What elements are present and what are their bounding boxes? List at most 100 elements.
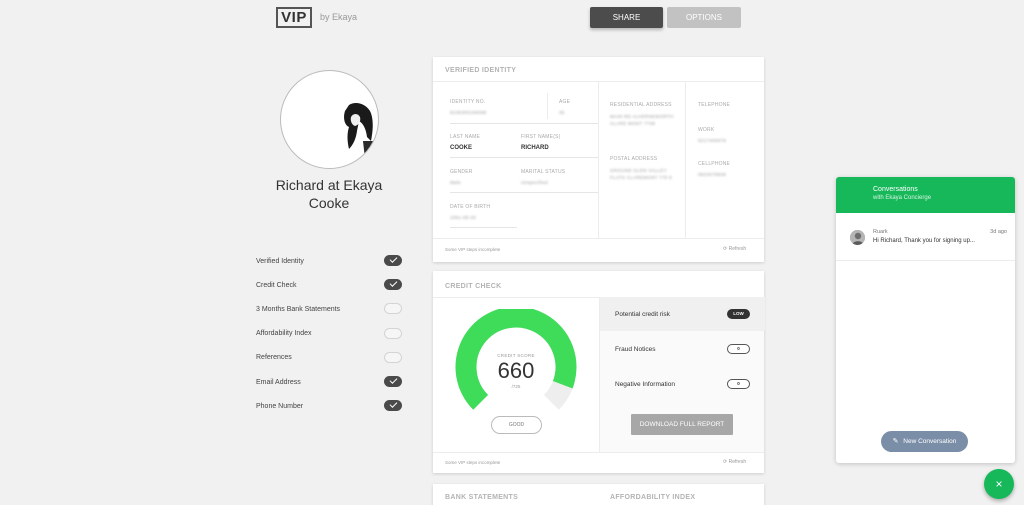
conversation-item[interactable]: Ruark 3d ago Hi Richard, Thank you for s… <box>836 221 1015 261</box>
work-phone-value: 0217405978 <box>698 138 727 143</box>
new-conversation-label: New Conversation <box>903 438 957 445</box>
refresh-link[interactable]: ⟳ Refresh <box>723 246 746 252</box>
check-toggle[interactable] <box>384 303 402 315</box>
chat-header: Conversations with Ekaya Concierge <box>836 177 1015 213</box>
divider <box>598 81 599 238</box>
postal-address-value: GROUND GLEN VALLEY FLATS CLAREMONT 770 8 <box>610 168 672 180</box>
logo-byline: by Ekaya <box>320 12 358 22</box>
divider <box>547 93 548 119</box>
telephone-label: TELEPHONE <box>698 102 731 108</box>
divider <box>433 297 599 298</box>
refresh-icon: ⟳ <box>723 246 728 252</box>
bank-affordability-card: BANK STATEMENTS AFFORDABILITY INDEX <box>433 484 764 505</box>
verification-checklist: Verified Identity Credit Check 3 Months … <box>256 249 406 418</box>
chat-subtitle: with Ekaya Concierge <box>873 195 932 201</box>
check-toggle[interactable] <box>384 375 402 387</box>
negative-info-badge: 0 <box>727 379 750 389</box>
divider <box>433 452 764 453</box>
share-button[interactable]: SHARE <box>590 7 663 28</box>
divider <box>433 238 764 239</box>
checklist-item-verified-identity[interactable]: Verified Identity <box>256 249 406 273</box>
checklist-label: References <box>256 354 292 362</box>
checklist-label: Email Address <box>256 378 301 386</box>
conversations-panel: Conversations with Ekaya Concierge Ruark… <box>836 177 1015 463</box>
identity-number-label: IDENTITY NO. <box>450 99 486 105</box>
profile-avatar <box>280 70 379 169</box>
conversation-sender: Ruark <box>873 229 888 235</box>
vip-logo[interactable]: VIP <box>276 7 312 28</box>
refresh-icon: ⟳ <box>723 459 728 465</box>
residential-address-label: RESIDENTIAL ADDRESS <box>610 102 672 108</box>
residential-address-value: MAIN RD ALVERNEWORTH CLARE MONT 7708 <box>610 114 674 126</box>
checklist-item-email-address[interactable]: Email Address <box>256 370 406 394</box>
identity-number-value: 8108305199088 <box>450 110 487 115</box>
conversation-preview: Hi Richard, Thank you for signing up... <box>873 238 975 244</box>
avatar <box>850 230 865 245</box>
checklist-label: 3 Months Bank Statements <box>256 305 341 313</box>
refresh-label: Refresh <box>728 246 747 252</box>
credit-risk-row: Potential credit risk LOW <box>600 297 765 331</box>
credit-details-panel: Potential credit risk LOW Fraud Notices … <box>599 297 765 452</box>
profile-name: Richard at Ekaya Cooke <box>275 177 383 211</box>
refresh-link[interactable]: ⟳ Refresh <box>723 459 746 465</box>
credit-score-max: /725 <box>511 384 521 389</box>
close-icon: × <box>995 477 1003 491</box>
postal-address-label: POSTAL ADDRESS <box>610 156 658 162</box>
incomplete-note: Some VIP steps incomplete <box>445 460 501 465</box>
checklist-item-phone-number[interactable]: Phone Number <box>256 394 406 418</box>
divider <box>685 81 686 238</box>
checklist-label: Affordability Index <box>256 330 312 338</box>
score-rating-badge: GOOD <box>491 416 542 434</box>
new-conversation-button[interactable]: ✎ New Conversation <box>881 431 968 452</box>
credit-check-card: CREDIT CHECK CREDIT SCORE 660 /725 GOOD … <box>433 271 765 473</box>
user-avatar-icon <box>850 230 865 245</box>
credit-score-value: 660 <box>497 358 535 383</box>
divider <box>450 227 517 228</box>
first-names-value: RICHARD <box>521 145 549 151</box>
compose-icon: ✎ <box>892 438 899 445</box>
work-phone-label: WORK <box>698 127 715 133</box>
chat-title: Conversations <box>873 186 918 193</box>
check-toggle[interactable] <box>384 255 402 266</box>
negative-info-label: Negative Information <box>615 381 675 388</box>
check-toggle[interactable] <box>384 351 402 363</box>
checklist-item-references[interactable]: References <box>256 346 406 370</box>
credit-risk-badge: LOW <box>727 309 750 319</box>
checklist-item-affordability-index[interactable]: Affordability Index <box>256 322 406 346</box>
credit-risk-label: Potential credit risk <box>615 311 670 318</box>
divider <box>450 123 598 124</box>
conversation-time: 3d ago <box>990 229 1007 235</box>
bank-statements-title: BANK STATEMENTS <box>445 494 519 501</box>
fraud-notices-label: Fraud Notices <box>615 346 656 353</box>
download-report-button[interactable]: DOWNLOAD FULL REPORT <box>631 414 733 435</box>
divider <box>450 192 598 193</box>
affordability-index-title: AFFORDABILITY INDEX <box>610 494 696 501</box>
age-label: AGE <box>559 99 571 105</box>
cellphone-value: 0823079938 <box>698 172 727 177</box>
verified-identity-card: VERIFIED IDENTITY IDENTITY NO. 810830519… <box>433 57 764 262</box>
avatar-portrait-icon <box>344 103 373 159</box>
cellphone-label: CELLPHONE <box>698 161 731 167</box>
check-toggle[interactable] <box>384 400 402 412</box>
card-title: VERIFIED IDENTITY <box>445 67 517 74</box>
options-button[interactable]: OPTIONS <box>667 7 741 28</box>
score-readout: CREDIT SCORE 660 /725 <box>483 353 549 389</box>
age-value: 35 <box>559 110 565 115</box>
checklist-item-bank-statements[interactable]: 3 Months Bank Statements <box>256 297 406 321</box>
checklist-label: Phone Number <box>256 402 304 410</box>
gender-label: GENDER <box>450 169 473 175</box>
card-title: CREDIT CHECK <box>445 283 502 290</box>
checklist-item-credit-check[interactable]: Credit Check <box>256 273 406 297</box>
check-toggle[interactable] <box>384 279 402 291</box>
fraud-notices-badge: 0 <box>727 344 750 354</box>
check-toggle[interactable] <box>384 327 402 339</box>
marital-status-value: Unspecified <box>521 180 548 185</box>
last-name-value: COOKE <box>450 145 473 151</box>
incomplete-note: Some VIP steps incomplete <box>445 247 501 252</box>
close-chat-button[interactable]: × <box>984 469 1014 499</box>
last-name-label: LAST NAME <box>450 134 481 140</box>
checklist-label: Verified Identity <box>256 257 304 265</box>
date-of-birth-label: DATE OF BIRTH <box>450 204 491 210</box>
gender-value: Male <box>450 180 461 185</box>
checklist-label: Credit Check <box>256 281 297 289</box>
